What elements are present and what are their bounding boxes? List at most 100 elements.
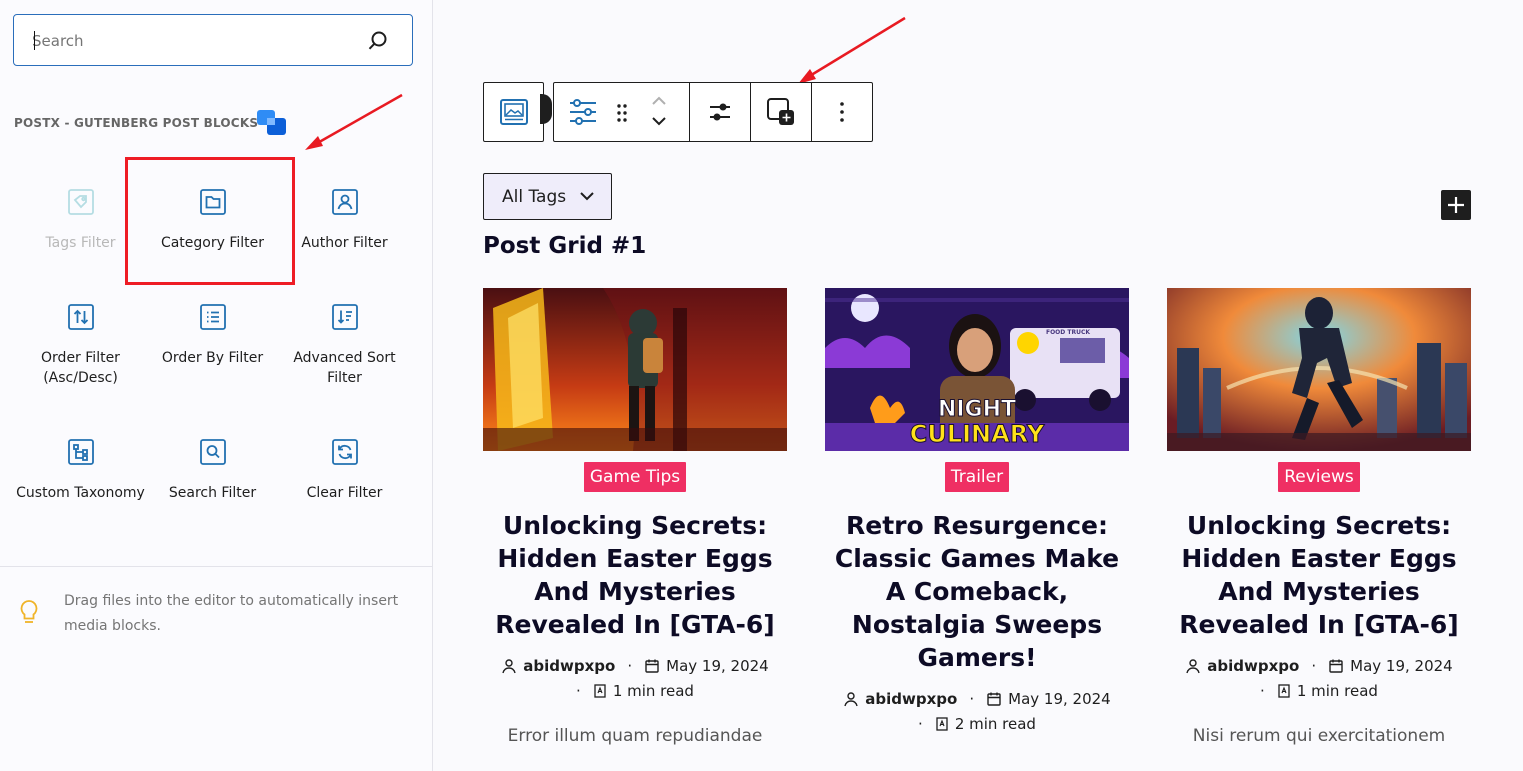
post-card: Reviews Unlocking Secrets: Hidden Easter… — [1167, 288, 1471, 746]
add-button[interactable] — [1441, 190, 1471, 220]
toolbar-pill — [540, 94, 552, 124]
block-label: Clear Filter — [306, 485, 383, 501]
post-image — [483, 288, 787, 451]
meta-separator: · — [627, 657, 633, 675]
user-icon — [331, 189, 358, 215]
block-order-filter[interactable]: Order Filter (Asc/Desc) — [14, 303, 147, 388]
image-text-culinary: CULINARY — [910, 420, 1045, 448]
category-badge[interactable]: Game Tips — [583, 462, 687, 492]
post-grid-title: Post Grid #1 — [483, 233, 647, 259]
image-text-night: NIGHT — [938, 397, 1016, 422]
meta-separator: · — [1311, 657, 1317, 675]
sort-arrows-icon — [67, 304, 94, 330]
meta-separator: · — [918, 715, 923, 733]
read-time: 1 min read — [1296, 682, 1378, 700]
post-thumbnail[interactable] — [1167, 288, 1471, 451]
post-title[interactable]: Retro Resurgence: Classic Games Make A C… — [825, 509, 1129, 674]
user-icon — [844, 692, 858, 707]
meta-separator: · — [1260, 682, 1265, 700]
search-icon[interactable] — [366, 29, 390, 53]
all-tags-select[interactable]: All Tags — [483, 173, 612, 220]
user-icon — [502, 659, 516, 674]
post-image — [1167, 288, 1471, 451]
post-image: NIGHT CULINARY FOOD TRUCK — [825, 288, 1129, 451]
image-block-button[interactable] — [483, 82, 544, 142]
toolbar-segment-controls — [554, 83, 690, 141]
read-time: 2 min read — [954, 715, 1036, 733]
block-advanced-sort-filter[interactable]: Advanced Sort Filter — [278, 303, 411, 388]
post-card: Game Tips Unlocking Secrets: Hidden East… — [483, 288, 787, 746]
search-input[interactable] — [32, 29, 362, 53]
block-toolbar — [553, 82, 873, 142]
chevron-down-icon — [580, 192, 594, 201]
category-badge[interactable]: Trailer — [944, 462, 1010, 492]
post-title[interactable]: Unlocking Secrets: Hidden Easter Eggs An… — [483, 509, 787, 641]
refresh-icon — [331, 439, 358, 465]
image-block-icon — [500, 99, 528, 125]
drag-handle-icon[interactable] — [616, 103, 628, 123]
read-time-icon — [936, 717, 948, 731]
category-title: POSTX - GUTENBERG POST BLOCKS — [14, 116, 259, 130]
meta-separator: · — [576, 682, 581, 700]
text-cursor — [34, 31, 35, 50]
add-block-button[interactable] — [751, 83, 812, 141]
post-author[interactable]: abidwpxpo — [865, 690, 957, 708]
post-excerpt: Nisi rerum qui exercitationem — [1192, 726, 1446, 746]
block-label: Custom Taxonomy — [16, 485, 145, 501]
image-text-food-truck: FOOD TRUCK — [1046, 329, 1090, 336]
read-time-icon — [1278, 684, 1290, 698]
postx-logo-icon — [257, 110, 286, 135]
block-order-by-filter[interactable]: Order By Filter — [146, 303, 279, 368]
post-meta: abidwpxpo · May 19, 2024 · 1 min read — [1167, 654, 1471, 704]
tags-select-value: All Tags — [502, 187, 567, 207]
sidebar-divider — [0, 566, 433, 567]
block-search-filter[interactable]: Search Filter — [146, 438, 279, 503]
block-clear-filter[interactable]: Clear Filter — [278, 438, 411, 503]
add-block-icon — [767, 98, 794, 125]
sort-desc-icon — [331, 304, 358, 330]
post-thumbnail[interactable] — [483, 288, 787, 451]
more-options-icon — [840, 102, 844, 122]
post-title[interactable]: Unlocking Secrets: Hidden Easter Eggs An… — [1167, 509, 1471, 641]
list-icon — [199, 304, 226, 330]
post-date: May 19, 2024 — [1350, 657, 1453, 675]
editor-root: POSTX - GUTENBERG POST BLOCKS Tags Filte… — [0, 0, 1523, 771]
post-meta: abidwpxpo · May 19, 2024 · 2 min read — [825, 687, 1129, 737]
meta-separator: · — [969, 690, 975, 708]
calendar-icon — [987, 692, 1001, 706]
post-author[interactable]: abidwpxpo — [1207, 657, 1299, 675]
post-date: May 19, 2024 — [1008, 690, 1111, 708]
taxonomy-tree-icon — [67, 439, 94, 465]
block-label: Advanced Sort Filter — [293, 350, 396, 386]
block-label: Order Filter (Asc/Desc) — [41, 350, 120, 386]
lightbulb-icon — [20, 600, 38, 623]
filter-options-icon — [710, 103, 730, 121]
search-box[interactable] — [13, 14, 413, 66]
search-icon — [199, 439, 226, 465]
tag-icon — [67, 189, 94, 215]
post-meta: abidwpxpo · May 19, 2024 · 1 min read — [483, 654, 787, 704]
read-time: 1 min read — [612, 682, 694, 700]
post-card: NIGHT CULINARY FOOD TRUCK Trailer Retro … — [825, 288, 1129, 737]
category-badge[interactable]: Reviews — [1278, 462, 1360, 492]
block-author-filter[interactable]: Author Filter — [278, 188, 411, 253]
block-label: Order By Filter — [161, 350, 264, 366]
tip-text: Drag files into the editor to automatica… — [64, 593, 399, 634]
annotation-arrow-left — [305, 93, 403, 150]
more-options-button[interactable] — [812, 83, 872, 141]
filter-options-button[interactable] — [690, 83, 751, 141]
move-up-down-icon[interactable] — [650, 95, 668, 129]
post-date: May 19, 2024 — [666, 657, 769, 675]
calendar-icon — [1329, 659, 1343, 673]
post-excerpt: Error illum quam repudiandae — [507, 726, 763, 746]
block-label: Author Filter — [301, 235, 388, 251]
calendar-icon — [645, 659, 659, 673]
user-icon — [1186, 659, 1200, 674]
block-custom-taxonomy[interactable]: Custom Taxonomy — [14, 438, 147, 503]
post-thumbnail[interactable]: NIGHT CULINARY FOOD TRUCK — [825, 288, 1129, 451]
read-time-icon — [594, 684, 606, 698]
settings-sliders-icon[interactable] — [568, 98, 598, 126]
post-author[interactable]: abidwpxpo — [523, 657, 615, 675]
plus-icon — [1448, 197, 1464, 213]
category-filter-highlight — [125, 157, 295, 285]
